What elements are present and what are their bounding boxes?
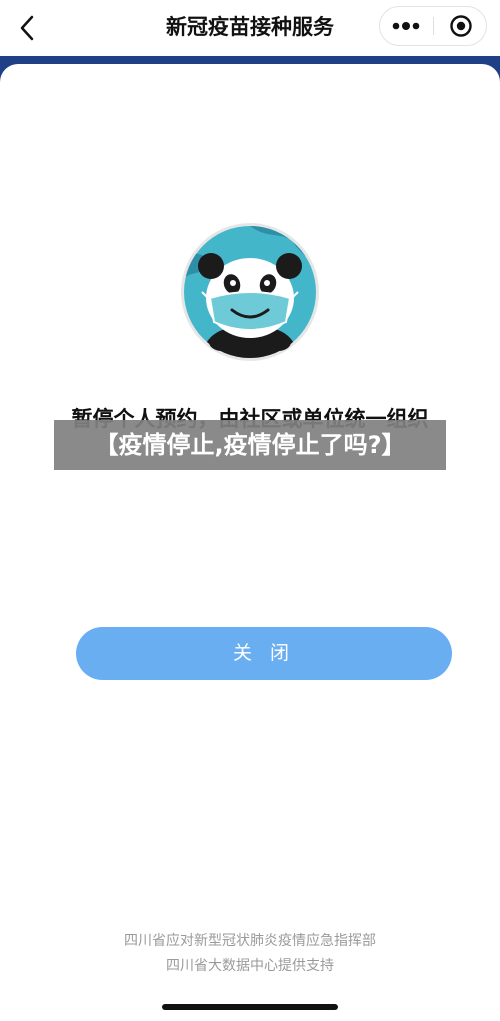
exit-mini-program-button[interactable] <box>435 7 487 45</box>
home-indicator <box>162 1004 338 1010</box>
footer-organizer: 四川省应对新型冠状肺炎疫情应急指挥部 <box>124 933 376 949</box>
panda-mask-icon <box>181 223 319 361</box>
footer-support: 四川省大数据中心提供支持 <box>166 958 334 974</box>
target-close-icon <box>450 15 472 37</box>
close-button[interactable]: 关 闭 <box>76 627 452 680</box>
dialog-card: 暂停个人预约，由社区或单位统一组织 关 闭 四川省应对新型冠状肺炎疫情应急指挥部… <box>0 64 500 1021</box>
overlay-banner: 【疫情停止,疫情停止了吗?】 <box>54 420 446 470</box>
more-button[interactable] <box>380 7 432 45</box>
more-dots-icon <box>392 22 420 30</box>
capsule-divider <box>433 17 434 35</box>
top-navigation-bar: 新冠疫苗接种服务 <box>0 0 500 56</box>
mini-program-capsule <box>379 6 487 46</box>
